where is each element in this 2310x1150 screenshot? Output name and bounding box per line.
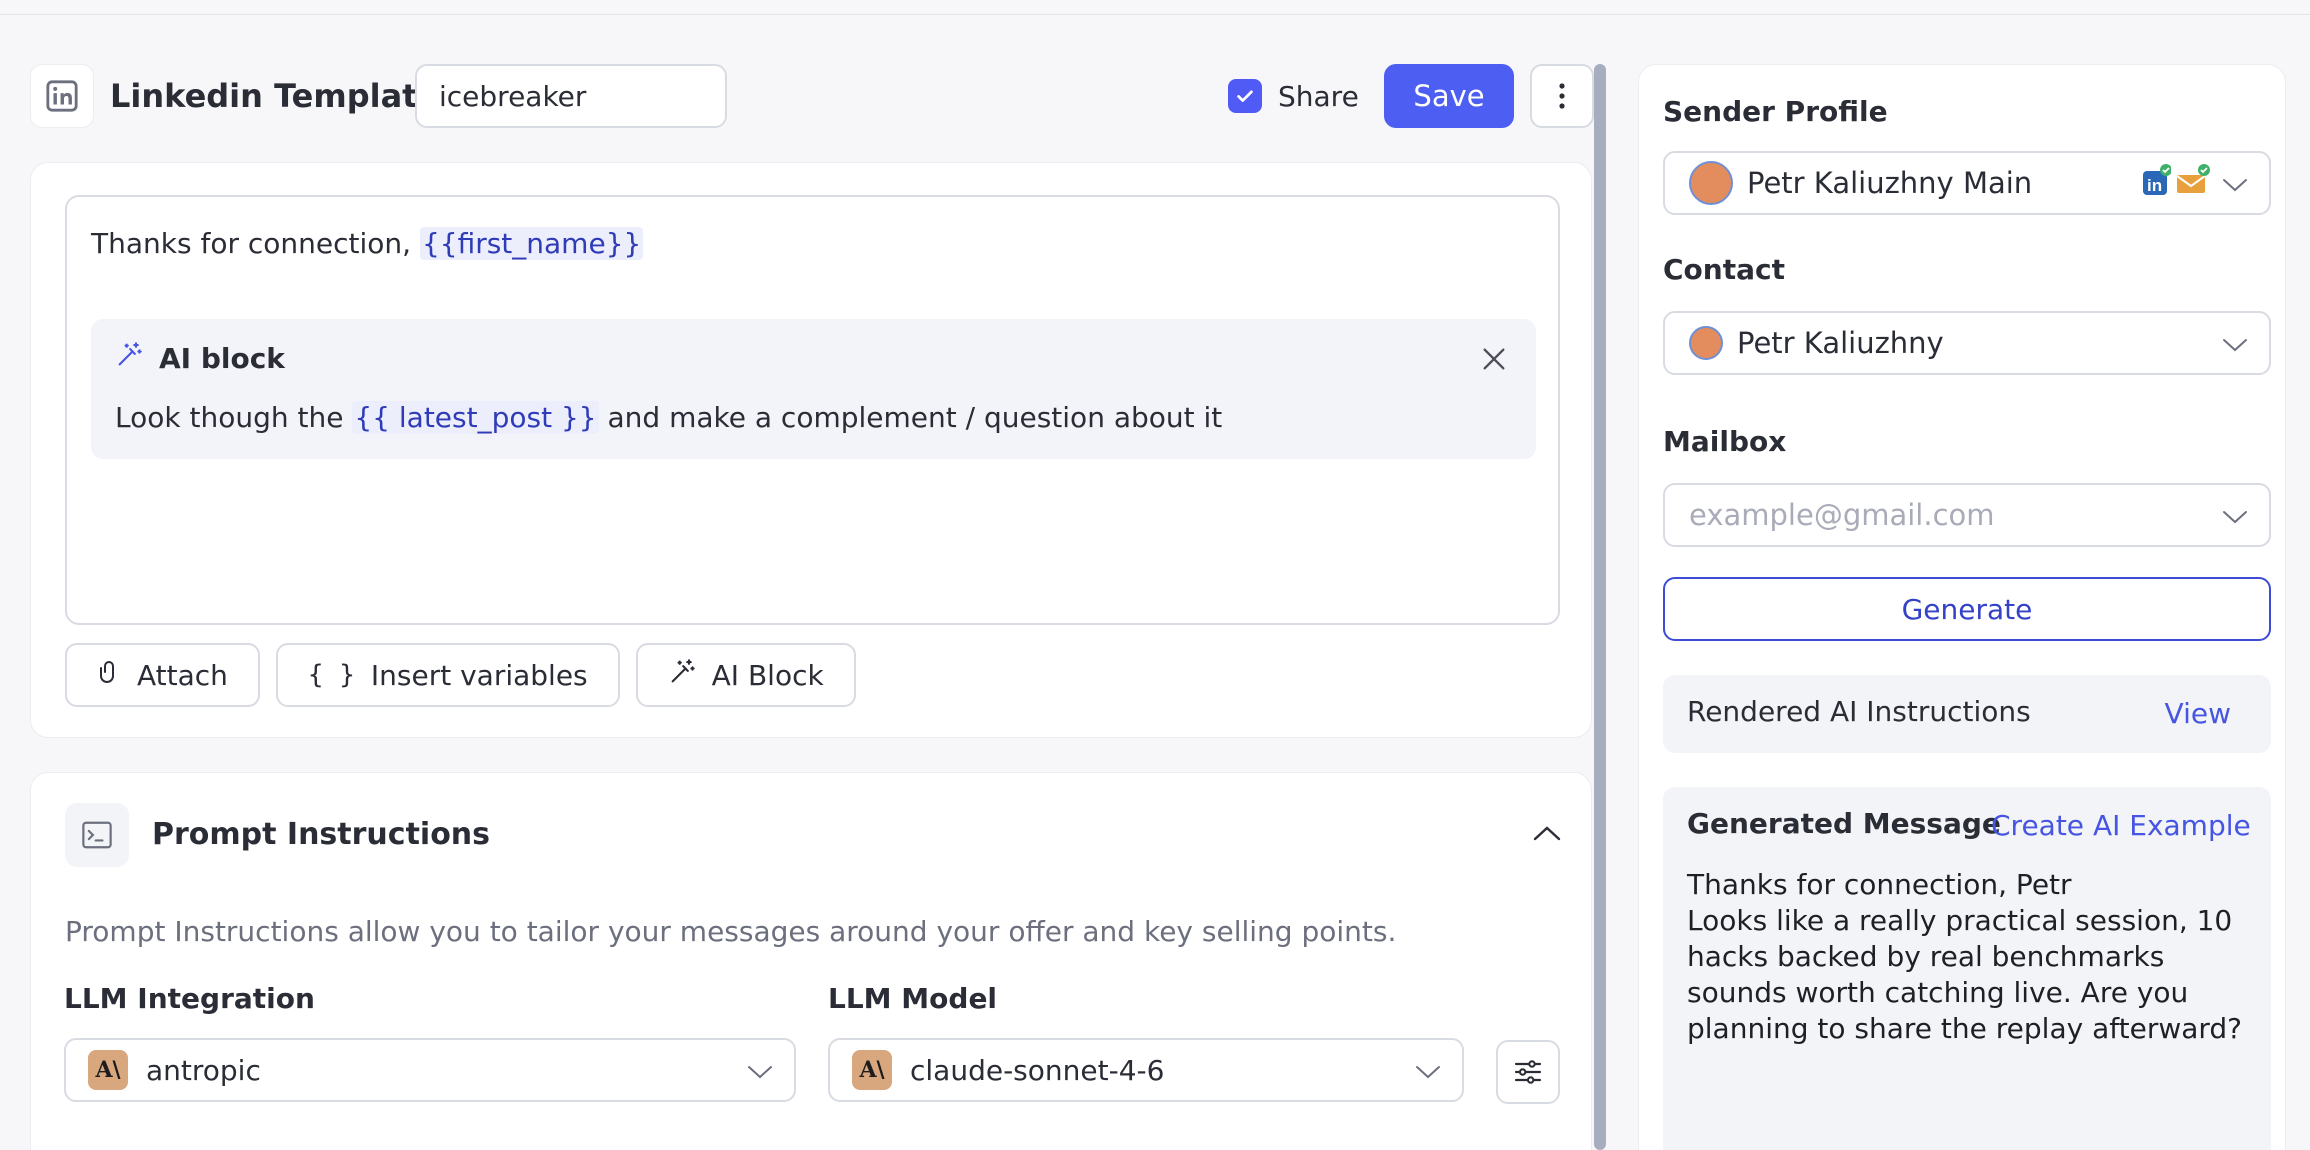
message-editor[interactable]: Thanks for connection, {{first_name}} AI…: [65, 195, 1560, 625]
chevron-down-icon: [2221, 498, 2249, 532]
linkedin-connected-icon: in: [2141, 163, 2172, 204]
chevron-down-icon: [2221, 166, 2249, 200]
magic-wand-icon: [668, 658, 696, 693]
prompt-title: Prompt Instructions: [152, 817, 491, 852]
mail-connected-icon: [2175, 163, 2211, 204]
linkedin-icon: [30, 64, 94, 128]
rendered-ai-instructions: Rendered AI Instructions View: [1663, 675, 2271, 753]
sender-profile-select[interactable]: Petr Kaliuzhny Main in: [1663, 151, 2271, 215]
editor-card: Thanks for connection, {{first_name}} AI…: [30, 162, 1592, 738]
mailbox-select[interactable]: example@gmail.com: [1663, 483, 2271, 547]
mailbox-label: Mailbox: [1663, 425, 1787, 458]
contact-select[interactable]: Petr Kaliuzhny: [1663, 311, 2271, 375]
page-title: Linkedin Template: [110, 77, 440, 115]
settings-sliders-icon[interactable]: [1496, 1040, 1560, 1104]
top-divider: [0, 0, 2310, 15]
chevron-up-icon[interactable]: [1527, 813, 1567, 853]
generate-button[interactable]: Generate: [1663, 577, 2271, 641]
ai-block[interactable]: AI block Look though the {{ latest_post …: [91, 319, 1536, 459]
ai-block-text: Look though the {{ latest_post }} and ma…: [115, 401, 1223, 434]
scrollbar[interactable]: [1594, 64, 1606, 1150]
svg-text:in: in: [2147, 176, 2162, 195]
ai-block-title: AI block: [159, 342, 285, 375]
anthropic-icon: A\: [88, 1050, 128, 1090]
llm-model-label: LLM Model: [828, 982, 998, 1015]
braces-icon: { }: [307, 660, 355, 690]
terminal-icon: [65, 803, 129, 867]
sender-profile-label: Sender Profile: [1663, 95, 1888, 128]
generated-message-text: Thanks for connection, Petr Looks like a…: [1687, 868, 2243, 1045]
variable-chip[interactable]: {{ latest_post }}: [352, 401, 599, 434]
llm-integration-select[interactable]: A\ antropic: [64, 1038, 796, 1102]
avatar: [1689, 161, 1733, 205]
magic-wand-icon: [115, 341, 143, 376]
llm-model-select[interactable]: A\ claude-sonnet-4-6: [828, 1038, 1464, 1102]
insert-variables-button[interactable]: { } Insert variables: [275, 643, 620, 707]
prompt-description: Prompt Instructions allow you to tailor …: [65, 915, 1397, 948]
anthropic-icon: A\: [852, 1050, 892, 1090]
variable-chip[interactable]: {{first_name}}: [419, 227, 644, 260]
avatar: [1689, 326, 1723, 360]
paperclip-icon: [97, 658, 121, 693]
llm-integration-label: LLM Integration: [64, 982, 315, 1015]
editor-toolbar: Attach { } Insert variables AI Block: [65, 643, 856, 707]
close-icon[interactable]: [1476, 341, 1512, 377]
generated-message-box: Generated Message Create AI Example Than…: [1663, 787, 2271, 1150]
chevron-down-icon: [2221, 326, 2249, 360]
chevron-down-icon: [746, 1054, 774, 1087]
contact-label: Contact: [1663, 253, 1785, 286]
save-button[interactable]: Save: [1384, 64, 1514, 128]
attach-button[interactable]: Attach: [65, 643, 260, 707]
share-checkbox[interactable]: [1228, 79, 1262, 113]
template-name-input[interactable]: [415, 64, 727, 128]
share-label: Share: [1278, 79, 1359, 113]
share-toggle[interactable]: Share: [1228, 64, 1359, 128]
more-options-icon[interactable]: [1530, 64, 1594, 128]
ai-block-button[interactable]: AI Block: [635, 643, 856, 707]
view-link[interactable]: View: [2165, 697, 2231, 730]
chevron-down-icon: [1414, 1054, 1442, 1087]
editor-line: Thanks for connection, {{first_name}}: [91, 227, 644, 260]
create-ai-example-link[interactable]: Create AI Example: [1991, 809, 2251, 842]
preview-panel: Sender Profile Petr Kaliuzhny Main in Co…: [1638, 64, 2286, 1150]
